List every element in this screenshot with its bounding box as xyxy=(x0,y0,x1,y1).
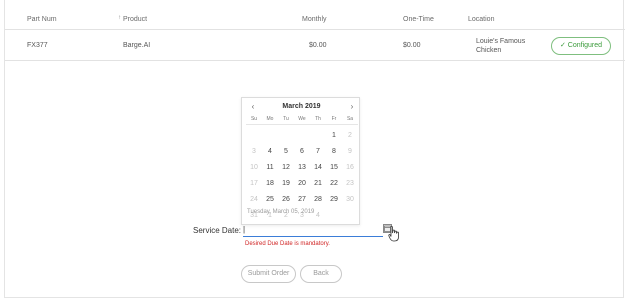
next-month-icon[interactable]: › xyxy=(347,102,357,111)
calendar-day[interactable]: 28 xyxy=(310,196,326,203)
service-date-label: Service Date: xyxy=(193,226,242,235)
submit-order-button[interactable]: Submit Order xyxy=(241,265,296,283)
cell-product: Barge.AI xyxy=(123,42,151,49)
weekday-label: Mo xyxy=(266,116,274,122)
calendar-week: 17 18 19 20 21 22 23 xyxy=(246,177,358,193)
configured-button[interactable]: ✓ Configured xyxy=(551,37,611,55)
location-line-1: Louie's Famous xyxy=(476,38,526,45)
calendar-day[interactable]: 13 xyxy=(294,164,310,171)
calendar-day[interactable]: 26 xyxy=(278,196,294,203)
calendar-day[interactable]: 24 xyxy=(246,196,262,203)
calendar-day[interactable]: 12 xyxy=(278,164,294,171)
calendar-day[interactable]: 25 xyxy=(262,196,278,203)
calendar-day[interactable]: 2 xyxy=(342,132,358,139)
calendar-day[interactable]: 3 xyxy=(246,148,262,155)
calendar-day[interactable]: 16 xyxy=(342,164,358,171)
col-location[interactable]: Location xyxy=(468,16,494,23)
col-one-time[interactable]: One-Time xyxy=(403,16,434,23)
cell-part-num: FX377 xyxy=(27,42,48,49)
weekday-label: We xyxy=(298,116,306,122)
cell-monthly: $0.00 xyxy=(309,42,327,49)
weekday-label: Th xyxy=(315,116,321,122)
calendar-day[interactable]: 9 xyxy=(342,148,358,155)
calendar-day[interactable]: 15 xyxy=(326,164,342,171)
page-frame: Part Num ↑ Product Monthly One-Time Loca… xyxy=(4,0,625,298)
calendar-day[interactable]: 6 xyxy=(294,148,310,155)
calendar-day[interactable]: 30 xyxy=(342,196,358,203)
weekday-label: Sa xyxy=(346,116,354,122)
date-picker: ‹ March 2019 › Su Mo Tu We Th Fr Sa 1234… xyxy=(241,97,360,225)
calendar-day[interactable]: 23 xyxy=(342,180,358,187)
col-part-num[interactable]: Part Num xyxy=(27,16,57,23)
calendar-day[interactable]: 14 xyxy=(310,164,326,171)
calendar-day[interactable]: 22 xyxy=(326,180,342,187)
calendar-day[interactable]: 11 xyxy=(262,164,278,171)
calendar-day[interactable]: 7 xyxy=(310,148,326,155)
calendar-week: 3456789 xyxy=(246,145,358,161)
calendar-day[interactable]: 27 xyxy=(294,196,310,203)
date-picker-header: ‹ March 2019 › xyxy=(242,102,361,114)
calendar-day[interactable]: 10 xyxy=(246,164,262,171)
calendar-day[interactable]: 5 xyxy=(278,148,294,155)
weekday-label: Tu xyxy=(283,116,289,122)
col-monthly[interactable]: Monthly xyxy=(302,16,327,23)
calendar-day[interactable]: 21 xyxy=(310,180,326,187)
weekday-row: Su Mo Tu We Th Fr Sa xyxy=(246,116,358,125)
service-date-error: Desired Due Date is mandatory. xyxy=(245,241,330,247)
calendar-week: 24 25 26 27 28 29 30 xyxy=(246,193,358,209)
hand-cursor-icon xyxy=(388,226,400,247)
table-header: Part Num ↑ Product Monthly One-Time Loca… xyxy=(5,8,625,30)
calendar-day[interactable]: 4 xyxy=(262,148,278,155)
month-title[interactable]: March 2019 xyxy=(242,103,361,110)
calendar-day[interactable]: 19 xyxy=(278,180,294,187)
calendar-day[interactable]: 1 xyxy=(326,132,342,139)
cell-location: Louie's Famous Chicken xyxy=(476,37,525,55)
selected-date-footer[interactable]: Tuesday, March 05, 2019 xyxy=(247,209,314,215)
weekday-label: Su xyxy=(250,116,258,122)
service-date-input[interactable] xyxy=(243,223,383,237)
calendar-day[interactable]: 29 xyxy=(326,196,342,203)
calendar-day[interactable]: 18 xyxy=(262,180,278,187)
back-button[interactable]: Back xyxy=(300,265,342,283)
sort-icon[interactable]: ↑ xyxy=(118,15,121,21)
weekday-label: Fr xyxy=(331,116,337,122)
calendar-day[interactable]: 8 xyxy=(326,148,342,155)
col-product[interactable]: Product xyxy=(123,16,147,23)
location-line-2: Chicken xyxy=(476,47,502,54)
table-row: FX377 Barge.AI $0.00 $0.00 Louie's Famou… xyxy=(5,31,625,61)
calendar-day[interactable]: 20 xyxy=(294,180,310,187)
calendar-week: 10 11 12 13 14 15 16 xyxy=(246,161,358,177)
calendar-week: 12 xyxy=(246,129,358,145)
calendar-day[interactable]: 17 xyxy=(246,180,262,187)
cell-one-time: $0.00 xyxy=(403,42,421,49)
